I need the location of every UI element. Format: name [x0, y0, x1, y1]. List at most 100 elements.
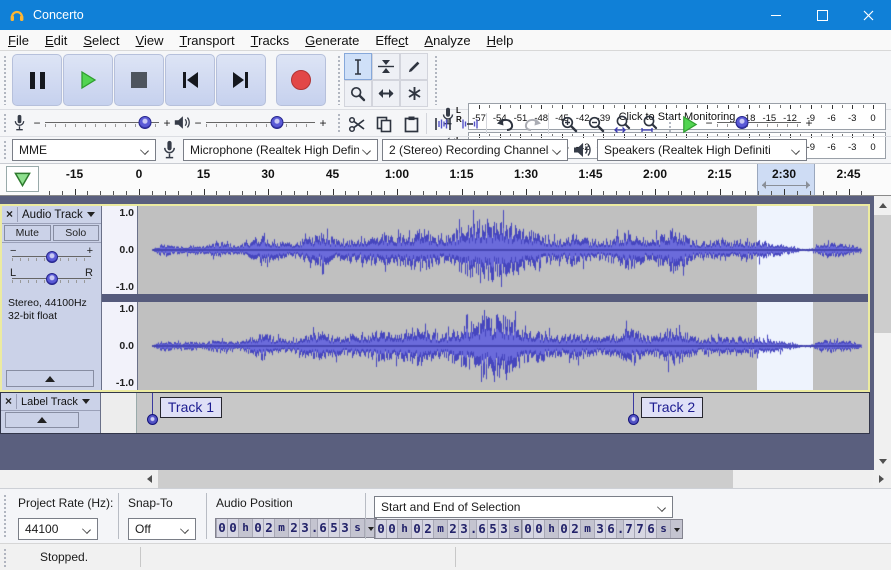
solo-button[interactable]: Solo: [53, 225, 100, 241]
play-speed-thumb[interactable]: [736, 116, 749, 129]
selection-range-mode-select[interactable]: Start and End of Selection: [374, 496, 673, 518]
time-field-caret[interactable]: [671, 520, 682, 538]
menu-generate[interactable]: Generate: [297, 32, 367, 49]
undo-button[interactable]: [492, 112, 518, 136]
play-at-speed-button[interactable]: [676, 112, 702, 136]
timeline-tick: [384, 191, 385, 195]
label-track-collapse-button[interactable]: [5, 412, 79, 428]
horizontal-scrollbar[interactable]: [0, 470, 891, 488]
audio-track-collapse-button[interactable]: [6, 370, 94, 387]
minimize-button[interactable]: [753, 0, 799, 30]
audio-track-menu-icon[interactable]: [87, 212, 95, 221]
gain-thumb[interactable]: [46, 251, 58, 263]
pause-button[interactable]: [12, 54, 62, 106]
vertical-scrollbar[interactable]: [874, 196, 891, 470]
maximize-button[interactable]: [799, 0, 845, 30]
mixer-toolbar-grip[interactable]: [3, 113, 7, 134]
fit-project-button[interactable]: [637, 112, 663, 136]
menu-select[interactable]: Select: [75, 32, 127, 49]
cut-button[interactable]: [344, 112, 370, 136]
menu-effect[interactable]: Effect: [367, 32, 416, 49]
label-track-name[interactable]: Label Track: [21, 396, 78, 408]
label-text-box[interactable]: Track 1: [160, 397, 222, 418]
recording-channels-select[interactable]: 2 (Stereo) Recording Channels: [382, 139, 568, 161]
selection-toolbar-grip[interactable]: [3, 494, 7, 538]
playback-volume-slider[interactable]: − +: [193, 118, 328, 128]
snap-to-select[interactable]: Off: [128, 518, 196, 540]
timeline-options-button[interactable]: [6, 166, 39, 192]
vertical-scroll-thumb[interactable]: [874, 215, 891, 333]
gain-slider[interactable]: − +: [10, 247, 93, 265]
paste-button[interactable]: [398, 112, 424, 136]
track-workspace[interactable]: × Audio Track Mute Solo − + L R: [0, 196, 891, 470]
skip-to-start-button[interactable]: [165, 54, 215, 106]
menu-view[interactable]: View: [128, 32, 172, 49]
pan-thumb[interactable]: [46, 273, 58, 285]
selection-tool-button[interactable]: [344, 53, 372, 80]
record-button[interactable]: [276, 54, 326, 106]
selection-start-field[interactable]: 00h02m23.653s: [374, 519, 536, 539]
menu-tracks[interactable]: Tracks: [243, 32, 298, 49]
label-handle[interactable]: [147, 414, 158, 425]
play-speed-track[interactable]: [717, 118, 801, 128]
stop-button[interactable]: [114, 54, 164, 106]
device-toolbar-grip[interactable]: [3, 140, 7, 161]
copy-button[interactable]: [371, 112, 397, 136]
scroll-right-button[interactable]: [873, 470, 891, 488]
label-text-box[interactable]: Track 2: [641, 397, 703, 418]
silence-audio-button[interactable]: [457, 112, 483, 136]
vertical-ruler-ch2[interactable]: 1.0 0.0 -1.0: [102, 302, 138, 390]
trim-audio-button[interactable]: [430, 112, 456, 136]
zoom-tool-button[interactable]: [344, 80, 372, 107]
selection-end-field[interactable]: 00h02m36.776s: [521, 519, 683, 539]
recording-volume-slider[interactable]: − +: [32, 118, 172, 128]
draw-tool-button[interactable]: [400, 53, 428, 80]
pan-slider[interactable]: L R: [10, 269, 93, 287]
audio-position-field[interactable]: 00h02m23.653s: [215, 518, 377, 538]
menu-analyze[interactable]: Analyze: [416, 32, 478, 49]
menu-file[interactable]: File: [0, 32, 37, 49]
audio-host-select[interactable]: MME: [12, 139, 156, 161]
transport-toolbar-grip[interactable]: [3, 55, 7, 105]
skip-to-end-button[interactable]: [216, 54, 266, 106]
mute-button[interactable]: Mute: [4, 225, 51, 241]
envelope-tool-button[interactable]: [372, 53, 400, 80]
vertical-ruler-ch1[interactable]: 1.0 0.0 -1.0: [102, 206, 138, 294]
playback-volume-thumb[interactable]: [270, 116, 283, 129]
edit-toolbar-grip[interactable]: [337, 113, 341, 134]
waveform-channel-1[interactable]: [138, 206, 868, 294]
menu-edit[interactable]: Edit: [37, 32, 75, 49]
zoom-in-button[interactable]: [556, 112, 582, 136]
label-track-content[interactable]: Track 1 Track 2: [137, 393, 869, 433]
playback-volume-track[interactable]: [206, 118, 315, 128]
audio-track-name[interactable]: Audio Track: [22, 209, 83, 221]
close-button[interactable]: [845, 0, 891, 30]
project-rate-select[interactable]: 44100: [18, 518, 98, 540]
label-track-close-button[interactable]: ×: [1, 394, 17, 409]
redo-button[interactable]: [519, 112, 545, 136]
scroll-up-button[interactable]: [874, 196, 891, 213]
horizontal-scroll-thumb[interactable]: [158, 470, 733, 488]
waveform-channel-2[interactable]: [138, 302, 868, 390]
tools-toolbar-grip[interactable]: [337, 55, 341, 105]
recording-volume-thumb[interactable]: [139, 116, 152, 129]
menu-help[interactable]: Help: [479, 32, 522, 49]
meter-toolbar-grip[interactable]: [434, 55, 438, 105]
label-track-menu-icon[interactable]: [82, 399, 90, 408]
multi-tool-button[interactable]: [400, 80, 428, 107]
menu-transport[interactable]: Transport: [171, 32, 242, 49]
playback-device-select[interactable]: Speakers (Realtek High Definiti: [597, 139, 807, 161]
scroll-down-button[interactable]: [874, 453, 891, 470]
time-shift-tool-button[interactable]: [372, 80, 400, 107]
label-handle[interactable]: [628, 414, 639, 425]
recording-device-select[interactable]: Microphone (Realtek High Defini: [183, 139, 378, 161]
zoom-out-button[interactable]: [583, 112, 609, 136]
play-button[interactable]: [63, 54, 113, 106]
play-at-speed-slider[interactable]: − +: [704, 118, 814, 128]
timeline-ruler[interactable]: -1501530451:001:151:301:452:002:152:302:…: [0, 164, 891, 196]
recording-volume-track[interactable]: [45, 118, 159, 128]
scroll-left-button[interactable]: [140, 470, 158, 488]
fit-selection-button[interactable]: [610, 112, 636, 136]
audio-track-close-button[interactable]: ×: [2, 207, 18, 222]
play-at-speed-toolbar-grip[interactable]: [668, 113, 672, 134]
